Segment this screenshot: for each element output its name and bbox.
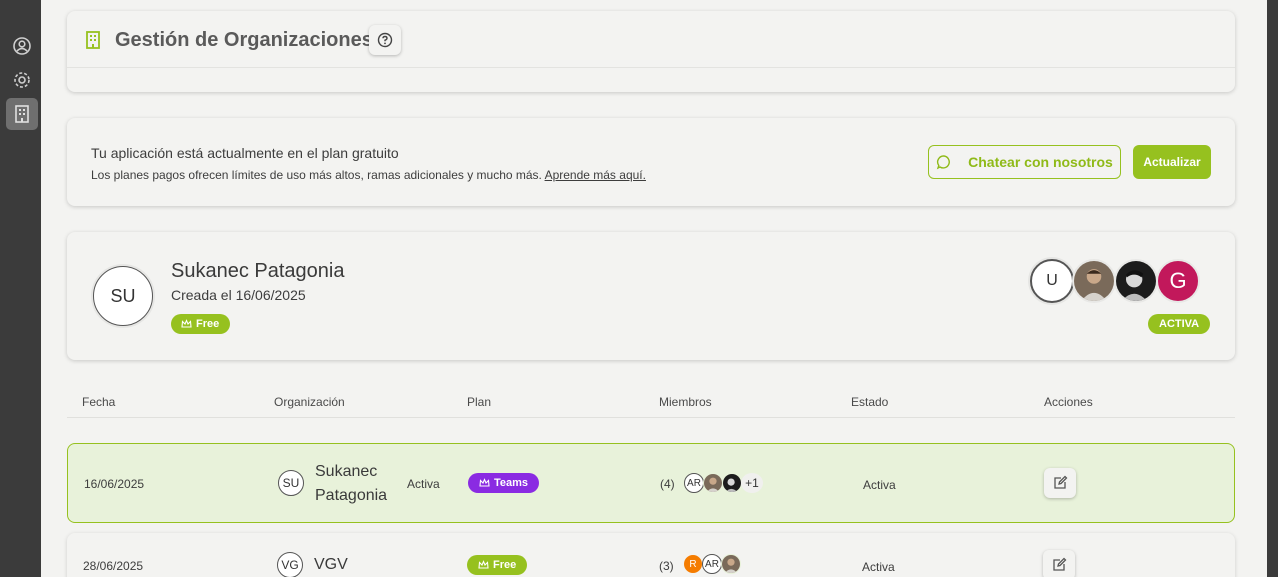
member-avatar[interactable]: U [1030,259,1074,303]
table-row[interactable]: 28/06/2025 VG VGV Free (3) R AR Activa [67,533,1235,577]
profile-icon[interactable] [6,30,38,62]
member-photo-avatar[interactable] [722,473,742,493]
column-header: Estado [851,395,889,409]
member-avatar[interactable]: R [683,554,703,574]
sidebar [0,0,41,577]
column-header: Organización [274,395,345,409]
plan-message: Tu aplicación está actualmente en el pla… [91,145,399,161]
learn-more-link[interactable]: Aprende más aquí. [545,168,646,182]
plan-badge: Teams [468,473,540,493]
edit-button[interactable] [1043,550,1075,577]
member-avatar[interactable]: AR [684,473,704,493]
more-members-count[interactable]: +1 [741,473,763,493]
status-badge: ACTIVA [1148,314,1211,334]
member-avatar[interactable]: G [1156,259,1200,303]
row-date: 16/06/2025 [84,477,145,491]
crown-icon [479,478,490,487]
edit-icon [1054,475,1068,489]
crown-icon [181,319,192,328]
organization-card: SU Sukanec Patagonia Creada el 16/06/202… [67,232,1235,360]
settings-gear-icon[interactable] [6,64,38,96]
page-title: Gestión de Organizaciones [115,29,373,51]
chat-bubble-icon [936,155,951,170]
plan-badge: Free [467,555,528,575]
column-header: Acciones [1044,395,1093,409]
row-org-name: VGV [314,556,348,573]
row-org-name-line1: Sukanec [315,463,378,480]
organizations-building-icon[interactable] [6,98,38,130]
member-avatars: U G [1030,259,1200,303]
member-count: (3) [659,559,674,573]
member-photo-avatar[interactable] [1072,259,1116,303]
member-photo-avatar[interactable] [721,554,741,574]
member-photo-avatar[interactable] [1114,259,1158,303]
row-status: Activa [863,478,896,492]
plan-badge-label: Free [493,559,517,571]
plan-description: Los planes pagos ofrecen límites de uso … [91,168,646,182]
edit-icon [1053,557,1067,571]
org-created-date: Creada el 16/06/2025 [171,287,306,303]
help-button[interactable] [369,25,401,55]
row-org-name-line2: Patagonia [315,487,388,504]
plan-badge-label: Teams [494,477,529,489]
column-header: Plan [467,395,492,409]
plan-description-text: Los planes pagos ofrecen límites de uso … [91,168,542,182]
column-header: Miembros [659,395,712,409]
plan-banner: Tu aplicación está actualmente en el pla… [67,118,1235,206]
column-header: Fecha [82,395,116,409]
edit-button[interactable] [1044,468,1076,498]
row-org-status: Activa [407,477,440,491]
member-avatar[interactable]: AR [702,554,722,574]
page-header-card: Gestión de Organizaciones [67,11,1235,92]
table-row[interactable]: 16/06/2025 SU Sukanec Patagonia Activa T… [67,443,1235,523]
crown-icon [478,560,489,569]
member-count: (4) [660,477,675,491]
row-status: Activa [862,560,895,574]
scrollbar[interactable] [1267,0,1278,577]
row-org-avatar: VG [277,552,303,577]
chat-with-us-button[interactable]: Chatear con nosotros [928,145,1121,179]
table-header: Fecha Organización Plan Miembros Estado … [67,386,1235,418]
row-date: 28/06/2025 [83,559,144,573]
member-photo-avatar[interactable] [703,473,723,493]
org-name: Sukanec Patagonia [171,260,345,282]
row-member-avatars: R AR [683,554,741,574]
page-header: Gestión de Organizaciones [67,11,1235,68]
row-member-avatars: AR +1 [684,473,763,493]
upgrade-button[interactable]: Actualizar [1133,145,1211,179]
plan-badge: Free [171,314,231,334]
question-icon [377,32,393,48]
row-org-name: Sukanec Patagonia [315,460,387,508]
row-org-avatar: SU [278,470,304,496]
building-icon [85,30,101,55]
chat-button-label: Chatear con nosotros [968,154,1113,170]
plan-badge-label: Free [196,318,220,330]
org-avatar: SU [93,266,153,326]
